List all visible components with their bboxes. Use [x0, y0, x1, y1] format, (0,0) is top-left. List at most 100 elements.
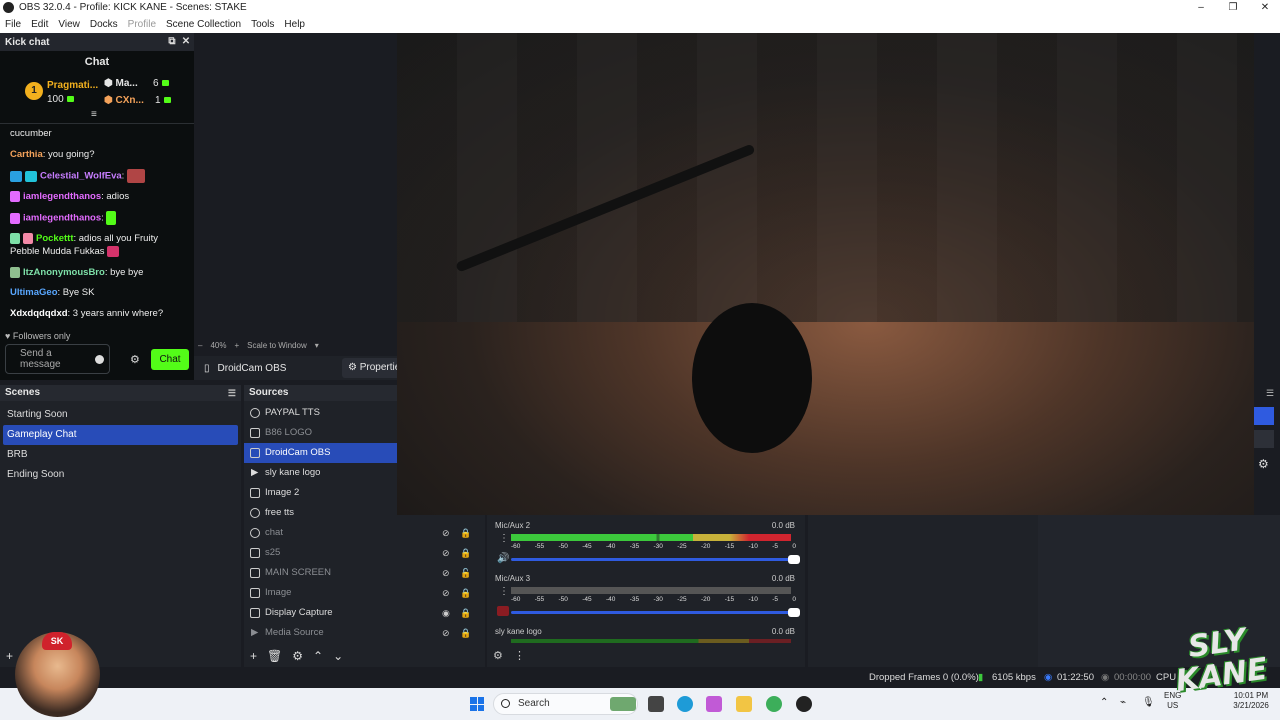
signal-icon: ▮	[978, 672, 984, 683]
source-item[interactable]: Image ⊘ 🔒	[244, 583, 485, 603]
mixer-menu-icon[interactable]: ⋮	[514, 650, 525, 662]
maximize-button[interactable]: ❐	[1217, 0, 1249, 15]
settings-icon[interactable]: ⚙	[1258, 457, 1269, 471]
edge-icon[interactable]	[677, 696, 693, 712]
lock-icon[interactable]: 🔒	[460, 623, 471, 643]
panel-menu-icon[interactable]: ☰	[1266, 388, 1274, 399]
mixer-track: Mic/Aux 3 0.0 dB ⋮ -60 -55 -50 -45 -40 -35 -30…	[495, 574, 800, 617]
lock-icon[interactable]: 🔒	[460, 603, 471, 623]
network-icon[interactable]: ⌁	[1120, 698, 1126, 708]
chat-message: Carthia: you going?	[10, 149, 95, 160]
muted-speaker-icon[interactable]	[497, 606, 509, 616]
start-recording-button[interactable]	[1254, 430, 1274, 448]
start-streaming-button[interactable]	[1254, 407, 1274, 425]
file-icon: ▯	[204, 362, 210, 374]
menu-bar: File Edit View Docks Profile Scene Colle…	[0, 15, 1280, 33]
menu-view[interactable]: View	[53, 19, 85, 30]
copilot-icon[interactable]	[706, 696, 722, 712]
unlock-icon[interactable]: 🔓	[460, 563, 471, 583]
track-name: Mic/Aux 3	[495, 574, 531, 583]
menu-help[interactable]: Help	[279, 19, 310, 30]
close-button[interactable]: ✕	[1249, 0, 1280, 15]
badge-icon	[10, 232, 20, 244]
emoji-icon[interactable]	[95, 355, 104, 364]
microphone	[692, 303, 812, 453]
source-item[interactable]: s25 ⊘ 🔒	[244, 543, 485, 563]
menu-tools[interactable]: Tools	[246, 19, 279, 30]
remove-source-button[interactable]: 🗑	[267, 649, 282, 663]
speaker-icon[interactable]: 🔊	[497, 553, 509, 564]
add-scene-button[interactable]: +	[6, 649, 13, 663]
stream-time: 01:22:50	[1057, 672, 1094, 683]
volume-slider[interactable]	[511, 555, 800, 564]
hidden-eye-icon[interactable]: ⊘	[442, 563, 450, 583]
image-source-icon	[250, 588, 260, 598]
mic-tray-icon[interactable]: 🎙	[1142, 698, 1155, 708]
properties-button[interactable]: ⚙ Properties	[342, 358, 402, 378]
badge-icon	[25, 170, 37, 182]
zoom-in-button[interactable]: +	[234, 341, 239, 350]
hidden-eye-icon[interactable]: ⊘	[442, 583, 450, 603]
visible-eye-icon[interactable]: ◉	[442, 603, 450, 623]
meter-scale-label: 0	[792, 543, 796, 550]
meter-scale-label: 0	[792, 596, 796, 603]
scene-item-selected[interactable]: Gameplay Chat	[3, 425, 238, 445]
windows-start-icon[interactable]	[470, 697, 484, 711]
meter-scale-label: -50	[558, 596, 568, 603]
meter-scale-label: -45	[582, 543, 592, 550]
volume-knob[interactable]	[788, 555, 800, 564]
volume-slider[interactable]	[511, 608, 800, 617]
tray-chevron-icon[interactable]: ⌃	[1100, 698, 1108, 708]
source-item[interactable]: chat ⊘ 🔒	[244, 523, 485, 543]
bitrate: 6105 kbps	[992, 672, 1036, 683]
track-menu-icon[interactable]: ⋮	[499, 533, 509, 544]
chat-settings-icon[interactable]: ⚙	[130, 353, 140, 366]
task-view-icon[interactable]	[648, 696, 664, 712]
undock-icon[interactable]: ⧉	[166, 33, 178, 51]
menu-edit[interactable]: Edit	[26, 19, 53, 30]
scale-mode[interactable]: Scale to Window	[247, 341, 307, 350]
menu-file[interactable]: File	[0, 19, 26, 30]
dropped-frames: Dropped Frames 0 (0.0%)	[869, 672, 979, 683]
move-up-button[interactable]: ⌃	[313, 649, 323, 663]
badge-icon	[10, 266, 20, 278]
source-item[interactable]: Display Capture ◉ 🔒	[244, 603, 485, 623]
preview-video[interactable]	[397, 33, 1254, 515]
emote-icon	[126, 169, 145, 183]
app-icon[interactable]	[766, 696, 782, 712]
zoom-out-button[interactable]: –	[198, 341, 202, 350]
source-item[interactable]: ▶ Media Source ⊘ 🔒	[244, 623, 485, 643]
menu-scene-collection[interactable]: Scene Collection	[161, 19, 246, 30]
lock-icon[interactable]: 🔒	[460, 543, 471, 563]
hidden-eye-icon[interactable]: ⊘	[442, 623, 450, 643]
hidden-eye-icon[interactable]: ⊘	[442, 523, 450, 543]
chat-message: iamlegendthanos: adios	[10, 190, 185, 203]
chevron-down-icon[interactable]: ▾	[315, 341, 319, 350]
add-source-button[interactable]: +	[250, 649, 257, 663]
mixer-settings-icon[interactable]: ⚙	[493, 650, 503, 662]
menu-docks[interactable]: Docks	[85, 19, 123, 30]
hidden-eye-icon[interactable]: ⊘	[442, 543, 450, 563]
scene-item[interactable]: Starting Soon	[0, 405, 241, 425]
scene-item[interactable]: Ending Soon	[0, 465, 241, 485]
gem-icon	[66, 96, 74, 102]
move-down-button[interactable]: ⌄	[333, 649, 343, 663]
volume-knob[interactable]	[788, 608, 800, 617]
lock-icon[interactable]: 🔒	[460, 583, 471, 603]
chat-input[interactable]: Send a message	[5, 344, 110, 374]
audio-meter	[511, 534, 791, 541]
source-properties-button[interactable]: ⚙	[292, 649, 303, 663]
minimize-button[interactable]: –	[1185, 0, 1217, 15]
widget-icon[interactable]	[610, 697, 636, 711]
obs-taskbar-icon[interactable]	[796, 696, 812, 712]
send-chat-button[interactable]: Chat	[151, 349, 189, 370]
menu-profile[interactable]: Profile	[123, 19, 161, 30]
lock-icon[interactable]: 🔒	[460, 523, 471, 543]
close-dock-icon[interactable]: ✕	[180, 33, 192, 51]
track-menu-icon[interactable]: ⋮	[499, 586, 509, 597]
source-item[interactable]: MAIN SCREEN ⊘ 🔓	[244, 563, 485, 583]
panel-menu-icon[interactable]: ☰	[228, 385, 236, 401]
scene-item[interactable]: BRB	[0, 445, 241, 465]
collapse-icon[interactable]: ≡	[91, 109, 97, 120]
file-explorer-icon[interactable]	[736, 696, 752, 712]
